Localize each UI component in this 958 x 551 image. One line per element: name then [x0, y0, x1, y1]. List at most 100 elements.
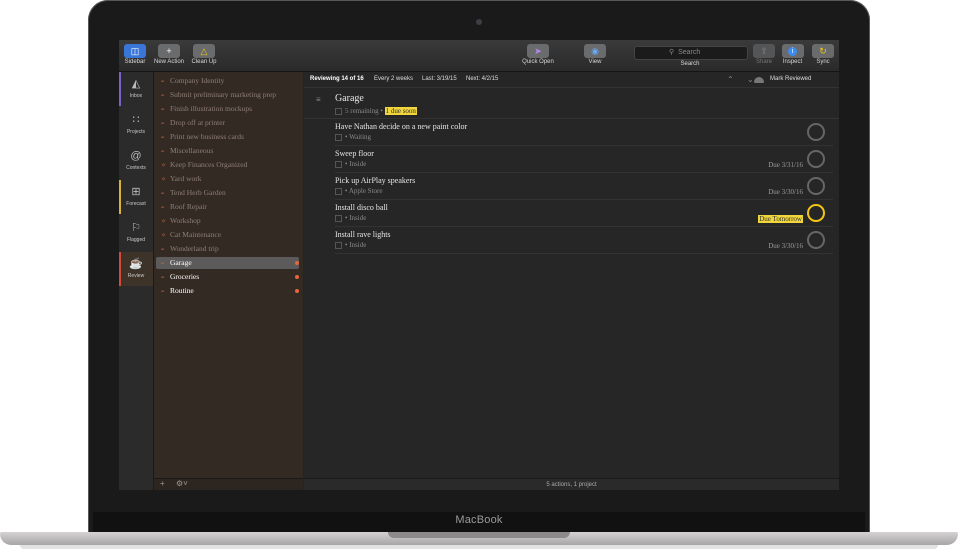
- camera-icon: [476, 19, 482, 25]
- single-action-icon: ✧: [161, 163, 167, 169]
- sidebar-item[interactable]: ≡ Roof Repair: [156, 201, 299, 213]
- sidebar-item[interactable]: ≡ Drop off at printer: [156, 117, 299, 129]
- task-row[interactable]: Pick up AirPlay speakers • Apple Store D…: [335, 173, 833, 200]
- sidebar-item-groceries[interactable]: ≡ Groceries: [156, 271, 299, 283]
- broom-icon: △: [193, 44, 215, 58]
- task-title: Install rave lights: [335, 230, 391, 239]
- sidebar-item-label: Print new business cards: [170, 132, 244, 141]
- rail-item-forecast[interactable]: ⊞ Forecast: [119, 180, 153, 214]
- share-button[interactable]: ⇧ Share: [752, 44, 776, 65]
- rail-review-label: Review: [127, 273, 145, 279]
- rail-item-projects[interactable]: ∷ Projects: [119, 108, 153, 142]
- brand-label: MacBook: [455, 514, 503, 526]
- task-row[interactable]: Sweep floor • Inside Due 3/31/16: [335, 146, 833, 173]
- sidebar-item[interactable]: ✧ Yard work: [156, 173, 299, 185]
- clean-up-button[interactable]: △ Clean Up: [190, 44, 218, 65]
- new-action-button[interactable]: + New Action: [152, 44, 186, 65]
- inspect-button[interactable]: i Inspect: [780, 44, 805, 65]
- note-icon: [335, 160, 342, 168]
- review-dot: [295, 261, 299, 265]
- sidebar-item[interactable]: ≡ Print new business cards: [156, 131, 299, 143]
- task-row[interactable]: Install rave lights • Inside Due 3/30/16: [335, 227, 833, 254]
- project-icon: ≡: [161, 93, 165, 99]
- gear-icon[interactable]: ⚙˅: [176, 479, 188, 488]
- sync-label: Sync: [816, 59, 830, 65]
- sidebar-item-label: Groceries: [170, 272, 200, 281]
- main-content: Reviewing 14 of 16 Every 2 weeks Last: 3…: [304, 72, 839, 490]
- status-circle-icon[interactable]: [807, 204, 825, 222]
- sidebar-item-label: Routine: [170, 286, 194, 295]
- project-remaining: 5 remaining: [345, 107, 379, 115]
- inspect-label: Inspect: [782, 59, 803, 65]
- review-icon: ☕: [129, 258, 143, 270]
- task-row[interactable]: Install disco ball • Inside Due Tomorrow: [335, 200, 833, 227]
- search-label: Search: [680, 61, 700, 67]
- sidebar-icon: ◫: [124, 44, 146, 58]
- status-circle-icon[interactable]: [807, 150, 825, 168]
- project-icon: ≡: [316, 95, 321, 104]
- sidebar-item[interactable]: ≡ Submit preliminary marketing prep: [156, 89, 299, 101]
- quick-open-button[interactable]: ➤ Quick Open: [519, 44, 557, 65]
- task-due: Due 3/30/16: [768, 242, 803, 250]
- search-input[interactable]: ⚲ Search: [634, 46, 748, 60]
- sidebar-item-label: Keep Finances Organized: [170, 160, 248, 169]
- inbox-icon: ◭: [131, 78, 141, 90]
- note-icon: [335, 187, 342, 195]
- project-title: Garage: [335, 93, 364, 104]
- rail-item-flagged[interactable]: ⚐ Flagged: [119, 216, 153, 250]
- sidebar-item-label: Company Identity: [170, 76, 225, 85]
- mark-reviewed-button[interactable]: Mark Reviewed: [770, 72, 811, 87]
- project-icon: ≡: [161, 121, 165, 127]
- sidebar-item[interactable]: ≡ Company Identity: [156, 75, 299, 87]
- chevron-down-icon[interactable]: ⌄: [747, 72, 754, 87]
- single-action-icon: ✧: [161, 177, 167, 183]
- note-icon: [335, 214, 342, 222]
- status-circle-icon[interactable]: [807, 177, 825, 195]
- sidebar-item[interactable]: ✧ Cat Maintenance: [156, 229, 299, 241]
- project-row[interactable]: ≡ Garage 5 remaining • 1 due soon: [304, 89, 839, 119]
- sidebar-item[interactable]: ≡ Tend Herb Garden: [156, 187, 299, 199]
- rail-forecast-label: Forecast: [126, 201, 146, 207]
- sidebar-item-routine[interactable]: ≡ Routine: [156, 285, 299, 297]
- sidebar-item-label: Roof Repair: [170, 202, 207, 211]
- sidebar-button[interactable]: ◫ Sidebar: [123, 44, 147, 65]
- project-icon: ≡: [161, 149, 165, 155]
- contexts-icon: @: [130, 150, 142, 162]
- inbox-accent: [119, 72, 121, 106]
- single-action-icon: ✧: [161, 233, 167, 239]
- task-context: • Apple Store: [335, 187, 382, 195]
- sync-button[interactable]: ↻ Sync: [811, 44, 835, 65]
- rail-item-review[interactable]: ☕ Review: [119, 252, 153, 286]
- sidebar-item-label: Finish illustration mockups: [170, 104, 253, 113]
- sync-icon: ↻: [812, 44, 834, 58]
- sidebar-item-label: Wonderland trip: [170, 244, 219, 253]
- plus-icon: +: [158, 44, 180, 58]
- status-circle-icon[interactable]: [807, 231, 825, 249]
- task-context-label: • Waiting: [345, 133, 372, 141]
- project-icon: ≡: [161, 275, 165, 281]
- rail-item-inbox[interactable]: ◭ Inbox: [119, 72, 153, 106]
- projects-icon: ∷: [132, 114, 140, 126]
- view-button[interactable]: ◉ View: [582, 44, 608, 65]
- sidebar: ≡ Company Identity ≡ Submit preliminary ma…: [154, 72, 303, 490]
- laptop-notch: [388, 532, 570, 538]
- sidebar-item[interactable]: ✧ Workshop: [156, 215, 299, 227]
- sidebar-item-garage[interactable]: ≡ Garage: [156, 257, 299, 269]
- rail-inbox-label: Inbox: [129, 93, 143, 99]
- sidebar-item[interactable]: ≡ Finish illustration mockups: [156, 103, 299, 115]
- sidebar-item-label: Submit preliminary marketing prep: [170, 90, 277, 99]
- sidebar-item[interactable]: ✧ Keep Finances Organized: [156, 159, 299, 171]
- chevron-up-icon[interactable]: ⌃: [727, 72, 734, 87]
- project-icon: ≡: [161, 79, 165, 85]
- add-icon[interactable]: +: [160, 479, 165, 488]
- sidebar-item[interactable]: ≡ Miscellaneous: [156, 145, 299, 157]
- task-row[interactable]: Have Nathan decide on a new paint color …: [335, 119, 833, 146]
- task-due: Due 3/31/16: [768, 161, 803, 169]
- sidebar-item[interactable]: ≡ Wonderland trip: [156, 243, 299, 255]
- rail-item-contexts[interactable]: @ Contexts: [119, 144, 153, 178]
- sidebar-footer: + ⚙˅: [154, 478, 303, 490]
- sidebar-button-label: Sidebar: [124, 59, 146, 65]
- sidebar-item-label: Workshop: [170, 216, 201, 225]
- task-due: Due Tomorrow: [758, 215, 803, 223]
- status-circle-icon[interactable]: [807, 123, 825, 141]
